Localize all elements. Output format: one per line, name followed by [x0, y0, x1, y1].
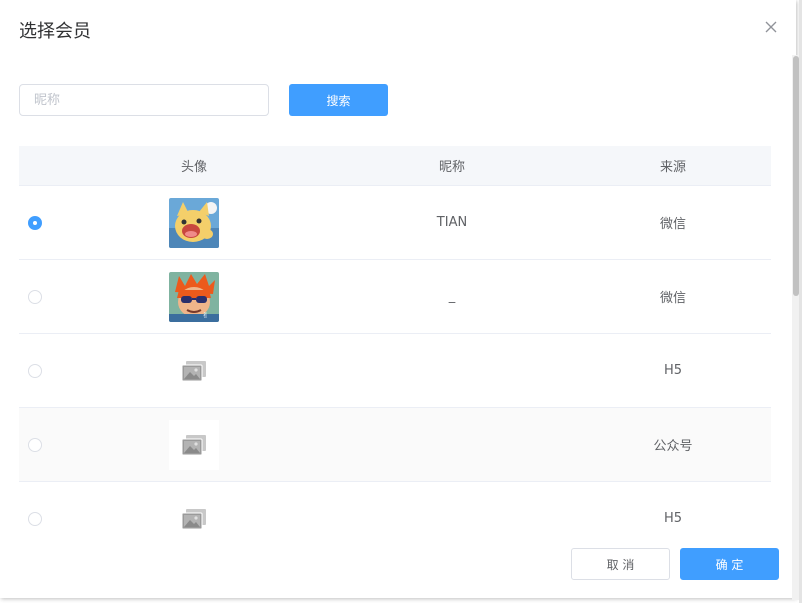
row-radio[interactable]: [28, 437, 42, 452]
nickname-search-input[interactable]: [19, 84, 269, 116]
header-nickname: 昵称: [438, 160, 465, 175]
member-table: 头像 昵称 来源 TIAN 微信 ✌ _ 微信 H5 公众号 H5: [19, 146, 771, 534]
row-source: 公众号: [653, 439, 693, 454]
header-avatar: 头像: [180, 160, 207, 175]
row-nickname: [329, 482, 575, 534]
row-radio-selected[interactable]: [28, 215, 42, 230]
avatar-placeholder: [169, 345, 219, 396]
table-row[interactable]: H5: [19, 482, 771, 534]
avatar-placeholder: [169, 419, 219, 470]
row-radio[interactable]: [28, 289, 42, 304]
row-source: 微信: [659, 291, 686, 306]
table-row[interactable]: ✌ _ 微信: [19, 260, 771, 334]
row-source: H5: [663, 363, 683, 378]
dialog-title: 选择会员: [19, 21, 91, 42]
table-row[interactable]: H5: [19, 334, 771, 408]
cartoon-fox-avatar-icon: [169, 197, 219, 248]
select-member-dialog: 选择会员 搜索 头像 昵称 来源: [0, 0, 796, 598]
row-nickname: TIAN: [436, 215, 468, 230]
close-button[interactable]: [762, 18, 780, 36]
image-placeholder-icon: [181, 508, 206, 529]
avatar-placeholder: [169, 493, 219, 534]
row-radio[interactable]: [28, 511, 42, 526]
close-icon: [765, 21, 777, 33]
header-source: 来源: [659, 160, 686, 175]
row-radio[interactable]: [28, 363, 42, 378]
svg-text:✌: ✌: [202, 311, 209, 320]
row-source: H5: [663, 511, 683, 526]
cartoon-boy-avatar-icon: ✌: [169, 271, 219, 322]
cancel-button[interactable]: 取 消: [571, 548, 670, 580]
table-row[interactable]: 公众号: [19, 408, 771, 482]
image-placeholder-icon: [181, 360, 206, 381]
page: 选择会员 搜索 头像 昵称 来源: [0, 0, 802, 603]
table-row[interactable]: TIAN 微信: [19, 186, 771, 260]
search-button[interactable]: 搜索: [289, 84, 388, 116]
row-source: 微信: [659, 217, 686, 232]
confirm-button[interactable]: 确 定: [680, 548, 779, 580]
row-nickname: _: [448, 289, 456, 304]
header-select-column: [19, 146, 59, 185]
row-nickname: [329, 408, 575, 481]
table-header: 头像 昵称 来源: [19, 146, 771, 186]
row-nickname: [329, 334, 575, 407]
image-placeholder-icon: [181, 434, 206, 455]
